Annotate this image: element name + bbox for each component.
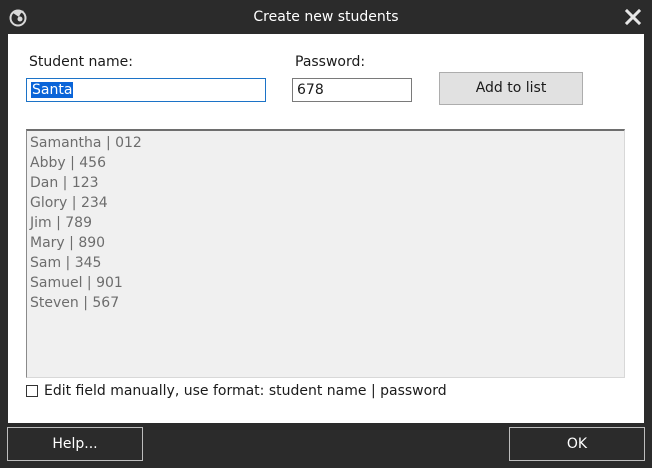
dialog-content: Student name: Santa Password: 678 Add to…: [8, 34, 644, 423]
student-list-field[interactable]: Samantha | 012 Abby | 456 Dan | 123 Glory |…: [26, 129, 625, 378]
student-list-line: Mary | 890: [30, 235, 106, 251]
title-bar: Create new students: [0, 0, 652, 34]
window-title: Create new students: [253, 9, 399, 25]
student-name-value: Santa: [31, 82, 74, 98]
add-to-list-button[interactable]: Add to list: [439, 72, 583, 105]
password-label: Password:: [295, 54, 366, 70]
student-list-line: Jim | 789: [30, 215, 92, 231]
student-list-line: Sam | 345: [30, 255, 102, 271]
close-icon[interactable]: [624, 8, 642, 26]
ok-button[interactable]: OK: [509, 427, 645, 461]
student-name-input[interactable]: Santa: [26, 78, 266, 102]
student-list-line: Glory | 234: [30, 195, 108, 211]
student-list-line: Steven | 567: [30, 295, 120, 311]
student-list-line: Samantha | 012: [30, 135, 142, 151]
manual-edit-label[interactable]: Edit field manually, use format: student…: [44, 382, 447, 400]
manual-edit-checkbox[interactable]: [26, 385, 38, 397]
password-input[interactable]: 678: [292, 78, 412, 102]
create-students-window: Create new students Student name: Santa …: [0, 0, 652, 468]
student-list-line: Dan | 123: [30, 175, 99, 191]
student-name-label: Student name:: [29, 54, 133, 70]
student-list-line: Abby | 456: [30, 155, 106, 171]
help-button[interactable]: Help...: [7, 427, 143, 461]
student-list-line: Samuel | 901: [30, 275, 123, 291]
